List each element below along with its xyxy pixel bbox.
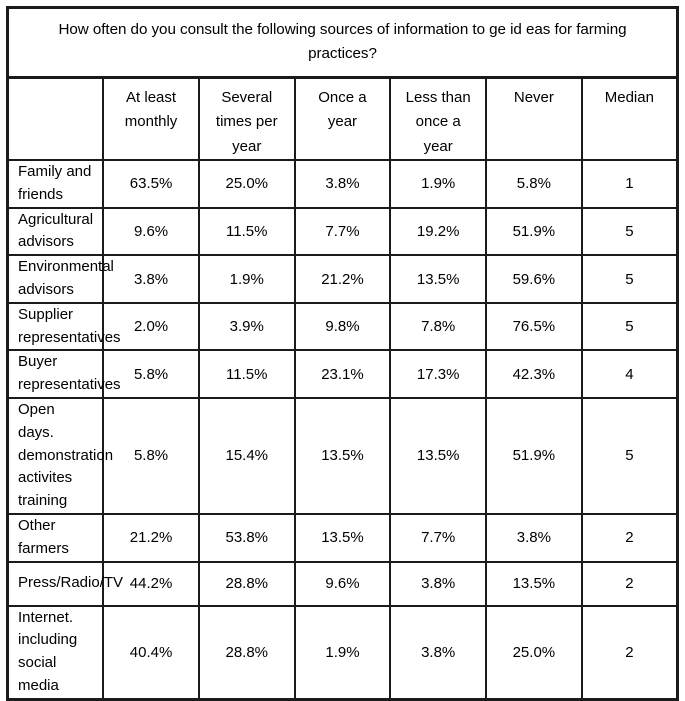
table-cell: 17.3% xyxy=(389,349,488,399)
table-cell: 11.5% xyxy=(197,206,296,257)
table-row: Environmental advisors 3.8% 1.9% 21.2% 1… xyxy=(7,254,678,304)
table-cell: 3.8% xyxy=(293,159,392,209)
table-cell: 28.8% xyxy=(197,560,296,607)
survey-frequency-table: How often do you consult the following s… xyxy=(6,6,679,701)
table-cell: 9.8% xyxy=(293,301,392,352)
table-cell: 13.5% xyxy=(293,396,392,515)
table-cell: 21.2% xyxy=(102,512,200,563)
table-cell: 13.5% xyxy=(485,560,583,607)
table-cell-median: 5 xyxy=(580,254,678,304)
row-label: Internet. including social media xyxy=(7,604,105,701)
row-label: Environmental advisors xyxy=(7,254,114,304)
table-cell: 25.0% xyxy=(197,159,296,209)
table-cell: 19.2% xyxy=(389,206,488,257)
table-cell: 21.2% xyxy=(293,254,392,304)
row-label: Family and friends xyxy=(7,159,105,209)
table-cell: 42.3% xyxy=(485,349,583,399)
header-cell-at-least-monthly: At least monthly xyxy=(102,76,200,162)
table-cell: 3.8% xyxy=(389,604,488,701)
table-cell: 1.9% xyxy=(293,604,392,701)
table-cell: 53.8% xyxy=(197,512,296,563)
table-cell-median: 2 xyxy=(580,512,678,563)
table-cell: 1.9% xyxy=(197,254,296,304)
table-cell: 7.7% xyxy=(293,206,392,257)
row-label: Buyer representatives xyxy=(7,349,121,399)
table-cell: 15.4% xyxy=(197,396,296,515)
table-cell-median: 1 xyxy=(580,159,678,209)
table-cell: 76.5% xyxy=(485,301,583,352)
table-cell: 40.4% xyxy=(102,604,200,701)
header-cell-never: Never xyxy=(485,76,583,162)
table-cell: 9.6% xyxy=(102,206,200,257)
header-cell-median: Median xyxy=(580,76,679,162)
table-row: Press/Radio/TV 44.2% 28.8% 9.6% 3.8% 13.… xyxy=(7,560,678,607)
table-row: Supplier representatives 2.0% 3.9% 9.8% … xyxy=(7,301,678,352)
table-cell: 63.5% xyxy=(102,159,200,209)
table-cell: 3.8% xyxy=(102,254,200,304)
table-cell: 11.5% xyxy=(197,349,296,399)
table-cell: 51.9% xyxy=(485,396,583,515)
table-cell: 3.8% xyxy=(485,512,583,563)
table-cell: 51.9% xyxy=(485,206,583,257)
table-row: Family and friends 63.5% 25.0% 3.8% 1.9%… xyxy=(7,159,678,209)
row-label: Open days. demonstration activites trainin… xyxy=(7,396,113,515)
page-title: How often do you consult the following s… xyxy=(7,7,678,80)
header-cell-several-times-per-year: Several times per year xyxy=(197,76,296,162)
table-cell: 7.8% xyxy=(389,301,488,352)
table-row: Internet. including social media 40.4% 28… xyxy=(7,604,678,701)
table-cell: 25.0% xyxy=(485,604,583,701)
table-cell: 9.6% xyxy=(293,560,392,607)
table-cell-median: 2 xyxy=(580,560,678,607)
table-cell: 1.9% xyxy=(389,159,488,209)
table-cell-median: 5 xyxy=(580,396,678,515)
table-cell: 13.5% xyxy=(389,396,488,515)
table-title-row: How often do you consult the following s… xyxy=(7,7,678,80)
header-cell-once-a-year: Once a year xyxy=(293,76,392,162)
header-cell-less-than-once-a-year: Less than once a year xyxy=(389,76,488,162)
table-cell-median: 5 xyxy=(580,301,678,352)
table-cell: 13.5% xyxy=(389,254,488,304)
row-label: Press/Radio/TV xyxy=(7,560,123,607)
header-cell-source xyxy=(7,76,105,162)
survey-table-container: How often do you consult the following s… xyxy=(6,6,679,701)
table-header-row: At least monthly Several times per year … xyxy=(7,76,679,162)
table-cell-median: 5 xyxy=(580,206,678,257)
table-cell: 3.8% xyxy=(389,560,488,607)
table-cell: 13.5% xyxy=(293,512,392,563)
table-cell: 59.6% xyxy=(485,254,583,304)
row-label: Supplier representatives xyxy=(7,301,121,352)
table-cell: 7.7% xyxy=(389,512,488,563)
table-cell: 5.8% xyxy=(102,396,200,515)
table-cell-median: 4 xyxy=(580,349,678,399)
table-cell: 28.8% xyxy=(197,604,296,701)
table-cell: 5.8% xyxy=(485,159,583,209)
table-row: Agricultural advisors 9.6% 11.5% 7.7% 19… xyxy=(7,206,678,257)
table-row: Buyer representatives 5.8% 11.5% 23.1% 1… xyxy=(7,349,678,399)
table-row: Open days. demonstration activites trainin… xyxy=(7,396,678,515)
table-cell-median: 2 xyxy=(580,604,678,701)
table-row: Other farmers 21.2% 53.8% 13.5% 7.7% 3.8… xyxy=(7,512,678,563)
table-cell: 3.9% xyxy=(197,301,296,352)
row-label: Other farmers xyxy=(7,512,105,563)
row-label: Agricultural advisors xyxy=(7,206,105,257)
table-cell: 23.1% xyxy=(293,349,392,399)
